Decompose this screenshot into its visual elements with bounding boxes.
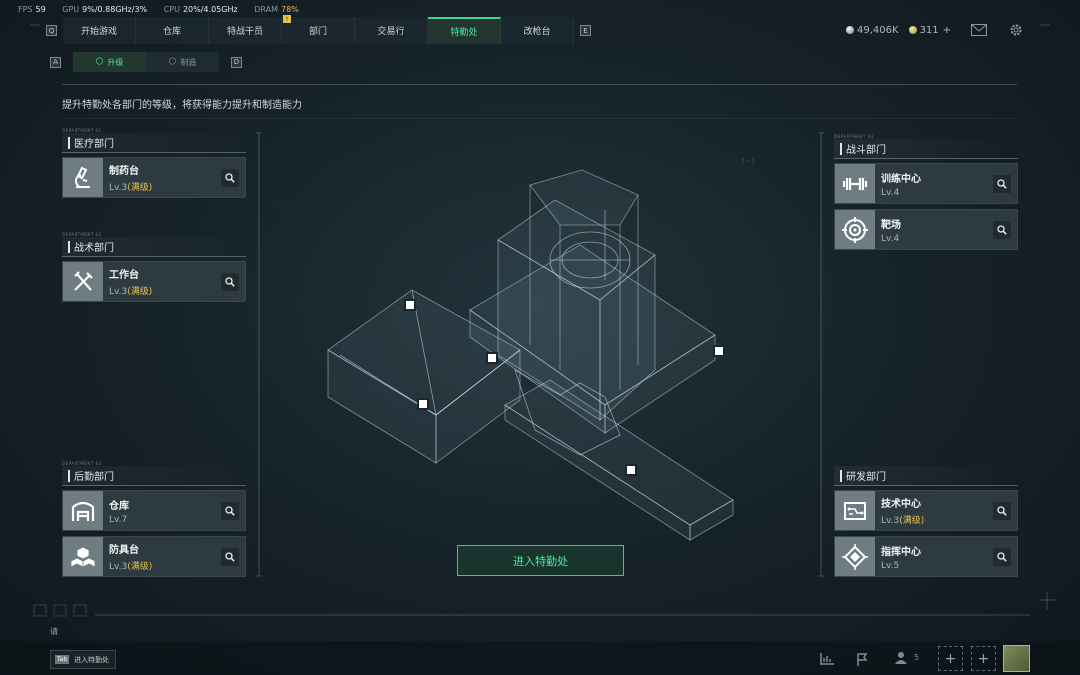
facility-name: 技术中心: [881, 499, 921, 510]
dumbbell-icon: [835, 164, 875, 203]
dept-combat: DEPARTMENT 04 战斗部门 训练中心 Lv.4 靶场 Lv.4: [834, 134, 1018, 250]
magnifier-icon: [997, 178, 1007, 189]
avatar[interactable]: [1003, 645, 1030, 672]
facility-card-training-center[interactable]: 训练中心 Lv.4: [834, 163, 1018, 204]
coord-deco: [ ·· ]: [742, 158, 755, 165]
facility-level: Lv.4: [881, 187, 900, 198]
armor-crates-icon: [63, 537, 103, 576]
facility-level: Lv.3: [109, 562, 128, 572]
chip-icon: [835, 537, 875, 576]
dept-logistics: DEPARTMENT 03 后勤部门 仓库 Lv.7 防具台 Lv.3(满级): [62, 461, 246, 577]
dept-logistics-title: 后勤部门: [62, 466, 246, 486]
max-level-badge: (满级): [127, 183, 153, 193]
friends-count: 5: [914, 653, 920, 662]
microscope-icon: [63, 158, 103, 197]
dept-research: 研发部门 技术中心 Lv.3(满级) 指挥中心 Lv.5: [834, 466, 1018, 577]
inspect-button[interactable]: [993, 174, 1011, 193]
facility-name: 制药台: [109, 166, 139, 177]
inspect-button[interactable]: [221, 272, 239, 291]
facility-level: Lv.3: [109, 287, 128, 297]
facility-level: Lv.3: [109, 183, 128, 193]
flag-icon[interactable]: [852, 649, 872, 669]
target-icon: [835, 210, 875, 249]
inspect-button[interactable]: [993, 547, 1011, 566]
dept-research-title: 研发部门: [834, 466, 1018, 486]
facility-name: 工作台: [109, 270, 139, 281]
facility-level: Lv.4: [881, 233, 900, 244]
add-party-slot-button[interactable]: +: [938, 646, 963, 671]
max-level-badge: (满级): [127, 562, 153, 572]
facility-level: Lv.3: [881, 516, 900, 526]
max-level-badge: (满级): [899, 516, 925, 526]
circuit-icon: [835, 491, 875, 530]
dept-tactical: DEPARTMENT 02 战术部门 工作台 Lv.3(满级): [62, 232, 246, 302]
facility-card-warehouse[interactable]: 仓库 Lv.7: [62, 490, 246, 531]
facility-card-armor-bench[interactable]: 防具台 Lv.3(满级): [62, 536, 246, 577]
magnifier-icon: [225, 276, 235, 287]
max-level-badge: (满级): [127, 287, 153, 297]
dept-tactical-title: 战术部门: [62, 237, 246, 257]
facility-card-shooting-range[interactable]: 靶场 Lv.4: [834, 209, 1018, 250]
magnifier-icon: [225, 172, 235, 183]
dept-medical: DEPARTMENT 01 医疗部门 制药台 Lv.3(满级): [62, 128, 246, 198]
tools-icon: [63, 262, 103, 301]
facility-wireframe-model: [327, 169, 734, 541]
prompt-text: 请: [50, 627, 58, 636]
magnifier-icon: [997, 224, 1007, 235]
dept-medical-title: 医疗部门: [62, 133, 246, 153]
tab-shortcut-hint[interactable]: Tab 进入特勤处: [50, 650, 116, 669]
facility-name: 仓库: [109, 500, 129, 512]
magnifier-icon: [997, 505, 1007, 516]
inspect-button[interactable]: [221, 501, 239, 520]
inspect-button[interactable]: [993, 220, 1011, 239]
enter-special-ops-button[interactable]: 进入特勤处: [457, 545, 624, 576]
tab-key: Tab: [55, 655, 70, 664]
magnifier-icon: [997, 551, 1007, 562]
add-party-slot-button[interactable]: +: [971, 646, 996, 671]
facility-level: Lv.5: [881, 560, 900, 571]
tab-shortcut-label: 进入特勤处: [74, 655, 110, 664]
friends-indicator[interactable]: 5: [895, 651, 919, 664]
facility-card-tech-center[interactable]: 技术中心 Lv.3(满级): [834, 490, 1018, 531]
facility-level: Lv.7: [109, 514, 128, 525]
dept-combat-title: 战斗部门: [834, 139, 1018, 159]
magnifier-icon: [225, 505, 235, 516]
inspect-button[interactable]: [993, 501, 1011, 520]
stats-chart-icon[interactable]: [817, 649, 837, 669]
facility-name: 防具台: [109, 545, 139, 556]
inspect-button[interactable]: [221, 168, 239, 187]
facility-name: 靶场: [881, 219, 901, 231]
facility-card-command-center[interactable]: 指挥中心 Lv.5: [834, 536, 1018, 577]
warehouse-icon: [63, 491, 103, 530]
facility-name: 指挥中心: [881, 546, 921, 558]
magnifier-icon: [225, 551, 235, 562]
deco-label: · · · ·: [270, 203, 282, 209]
friends-icon: [895, 652, 907, 664]
inspect-button[interactable]: [221, 547, 239, 566]
facility-name: 训练中心: [881, 173, 921, 185]
facility-card-pharmacy[interactable]: 制药台 Lv.3(满级): [62, 157, 246, 198]
facility-card-workbench[interactable]: 工作台 Lv.3(满级): [62, 261, 246, 302]
